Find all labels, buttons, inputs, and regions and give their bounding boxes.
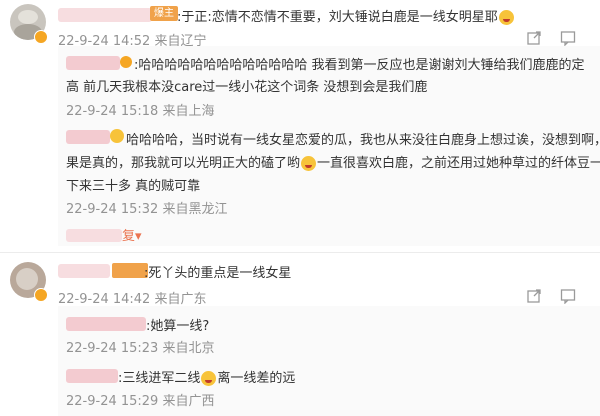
fan-badge: 爆主 (150, 6, 178, 21)
comment-meta: 22-9-24 14:42 来自广东 (58, 292, 207, 307)
fan-badge (112, 263, 148, 278)
crying-laughing-emoji-icon (201, 371, 217, 386)
comment-icon[interactable] (560, 288, 576, 305)
share-icon[interactable] (526, 30, 542, 46)
reply-text-continued: 果是真的，那我就可以光明正大的磕了哟 一直很喜欢白鹿，之前还用过她种草过的纤体豆一 (66, 156, 600, 171)
verified-badge-icon (34, 30, 48, 44)
laughing-emoji-icon (498, 10, 514, 25)
username[interactable] (58, 8, 152, 22)
more-replies-link[interactable]: 复▾ (66, 225, 142, 244)
reply-username[interactable] (66, 369, 118, 383)
reply-text: 哈哈哈哈，当时说有一线女星恋爱的瓜，我也从来没往白鹿身上想过诶，没想到啊， (126, 133, 600, 148)
reply-text: :三线进军二线 离一线差的远 (118, 371, 296, 386)
share-icon[interactable] (526, 288, 542, 304)
username[interactable] (58, 264, 110, 278)
verified-badge-icon (34, 288, 48, 302)
comment-text: :死丫头的重点是一线女星 (144, 266, 292, 281)
laughing-emoji-icon (110, 129, 124, 143)
reply-text-continued: 下来三十多 真的贼可靠 (66, 179, 201, 194)
reply-text: :她算一线? (146, 319, 210, 334)
reply-text: :哈哈哈哈哈哈哈哈哈哈哈哈哈 我看到第一反应也是谢谢刘大锤给我们鹿鹿的定 (134, 58, 585, 73)
verified-badge-icon (120, 56, 132, 68)
reply-text-continued: 高 前几天我根本没care过一线小花这个词条 没想到会是我们鹿 (66, 80, 428, 95)
reply-meta: 22-9-24 15:32 来自黑龙江 (66, 202, 228, 217)
reply-username[interactable] (66, 130, 110, 144)
reply-meta: 22-9-24 15:23 来自北京 (66, 341, 215, 356)
reply-meta: 22-9-24 15:29 来自广西 (66, 394, 215, 409)
comment-icon[interactable] (560, 30, 576, 47)
divider (0, 252, 600, 253)
reply-meta: 22-9-24 15:18 来自上海 (66, 104, 215, 119)
comment-text: :于正:恋情不恋情不重要，刘大锤说白鹿是一线女明星耶 (177, 6, 515, 25)
smiling-emoji-icon (301, 156, 317, 171)
reply-username[interactable] (66, 317, 146, 331)
reply-username[interactable] (66, 56, 120, 70)
